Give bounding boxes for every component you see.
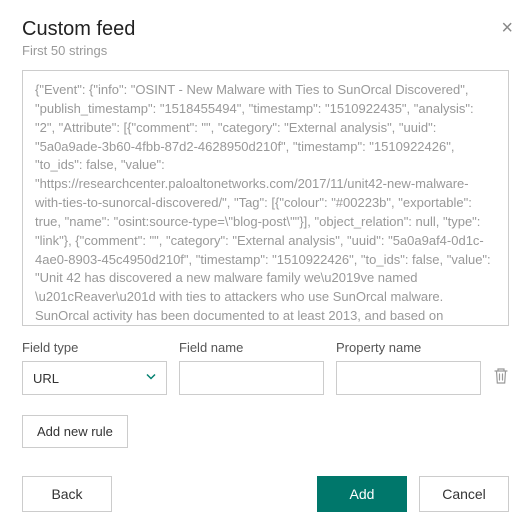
field-type-value: URL bbox=[33, 371, 59, 386]
add-new-rule-button[interactable]: Add new rule bbox=[22, 415, 128, 448]
add-button[interactable]: Add bbox=[317, 476, 407, 512]
rule-fields-row: Field type URL Field name Property name bbox=[22, 340, 509, 395]
property-name-group: Property name bbox=[336, 340, 481, 395]
dialog-header: Custom feed First 50 strings × bbox=[22, 18, 509, 58]
close-icon[interactable]: × bbox=[501, 18, 513, 38]
field-name-label: Field name bbox=[179, 340, 324, 355]
dialog-footer: Back Add Cancel bbox=[22, 476, 509, 512]
preview-text: {"Event": {"info": "OSINT - New Malware … bbox=[35, 81, 496, 326]
field-name-group: Field name bbox=[179, 340, 324, 395]
field-type-group: Field type URL bbox=[22, 340, 167, 395]
back-button[interactable]: Back bbox=[22, 476, 112, 512]
preview-textbox[interactable]: {"Event": {"info": "OSINT - New Malware … bbox=[22, 70, 509, 326]
field-type-label: Field type bbox=[22, 340, 167, 355]
dialog-title: Custom feed bbox=[22, 18, 509, 41]
cancel-button[interactable]: Cancel bbox=[419, 476, 509, 512]
footer-right-group: Add Cancel bbox=[317, 476, 509, 512]
dialog-subtitle: First 50 strings bbox=[22, 43, 509, 58]
trash-icon[interactable] bbox=[493, 367, 509, 395]
property-name-input[interactable] bbox=[336, 361, 481, 395]
field-name-input[interactable] bbox=[179, 361, 324, 395]
field-type-select[interactable]: URL bbox=[22, 361, 167, 395]
property-name-label: Property name bbox=[336, 340, 481, 355]
